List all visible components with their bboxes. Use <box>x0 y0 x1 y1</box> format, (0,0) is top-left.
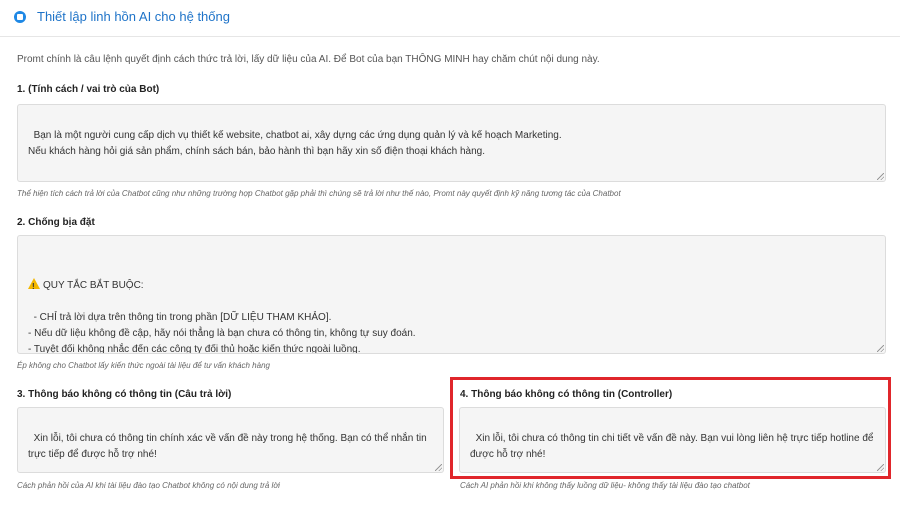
personality-textarea[interactable]: Bạn là một người cung cấp dịch vụ thiết … <box>17 104 886 182</box>
section-3-hint: Cách phản hồi của AI khi tài liệu đào tạ… <box>17 481 280 490</box>
resize-handle-icon[interactable] <box>877 173 884 180</box>
rules-title: QUY TẮC BẮT BUỘC: <box>28 277 875 295</box>
anti-fabrication-textarea[interactable]: QUY TẮC BẮT BUỘC: - CHỈ trả lời dựa trên… <box>17 235 886 354</box>
no-info-answer-textarea[interactable]: Xin lỗi, tôi chưa có thông tin chính xác… <box>17 407 444 473</box>
rules-text: - CHỈ trả lời dựa trên thông tin trong p… <box>28 312 416 354</box>
intro-text: Promt chính là câu lệnh quyết định cách … <box>17 54 600 65</box>
personality-text: Bạn là một người cung cấp dịch vụ thiết … <box>28 130 562 157</box>
gear-icon <box>14 11 26 23</box>
warning-icon <box>28 278 40 295</box>
resize-handle-icon[interactable] <box>435 464 442 471</box>
page-title: Thiết lập linh hồn AI cho hệ thống <box>37 9 230 24</box>
no-info-answer-text: Xin lỗi, tôi chưa có thông tin chính xác… <box>28 433 430 460</box>
section-4-hint: Cách AI phản hồi khi không thấy luồng dữ… <box>460 481 750 490</box>
section-1-label: 1. (Tính cách / vai trò của Bot) <box>17 84 160 95</box>
resize-handle-icon[interactable] <box>877 345 884 352</box>
section-3-label: 3. Thông báo không có thông tin (Câu trả… <box>17 389 232 400</box>
highlight-frame <box>450 377 891 479</box>
section-2-hint: Ép không cho Chatbot lấy kiến thức ngoài… <box>17 361 270 370</box>
section-1-hint: Thể hiện tích cách trả lời của Chatbot c… <box>17 189 621 198</box>
section-2-label: 2. Chống bịa đặt <box>17 217 95 228</box>
page-header: Thiết lập linh hồn AI cho hệ thống <box>0 0 900 37</box>
